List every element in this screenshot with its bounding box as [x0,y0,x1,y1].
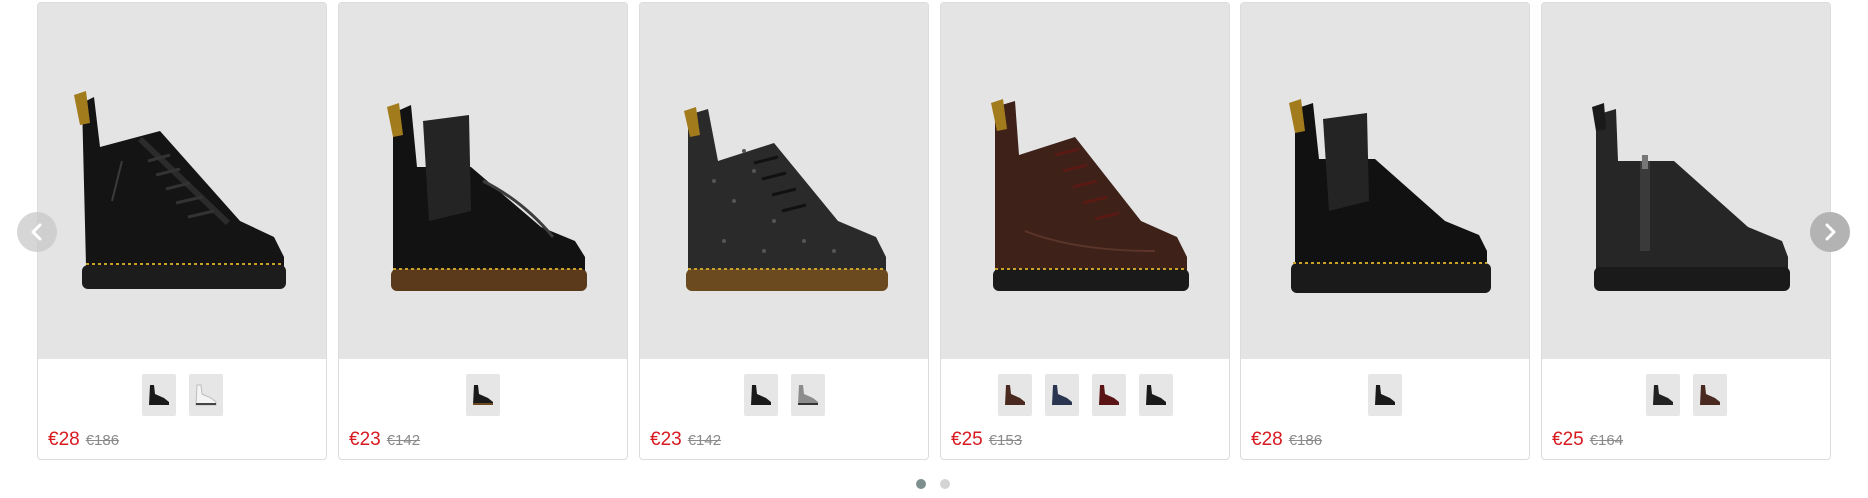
brown-boot-swatch-icon [1699,385,1720,405]
color-swatches [38,374,326,416]
pagination-dot-1[interactable] [916,479,926,489]
carousel-pagination [916,479,950,489]
chevron-right-icon [1825,223,1836,241]
color-swatches [640,374,928,416]
brown-leather-lace-up-boot-icon [991,99,1189,291]
product-card[interactable]: €25 €164 [1541,2,1831,460]
color-swatch[interactable] [466,374,500,416]
color-swatch[interactable] [1138,374,1173,416]
original-price: €186 [1288,432,1323,449]
color-swatch[interactable] [790,374,825,416]
color-swatches [339,374,627,416]
color-swatches [1241,374,1529,416]
product-carousel: €28 €186 €23 €142 €23 €142 €25 €153 €28 … [0,0,1868,498]
sale-price: €25 [951,429,983,450]
product-card[interactable]: €28 €186 [37,2,327,460]
pagination-dot-2[interactable] [940,479,950,489]
color-swatch[interactable] [1645,374,1680,416]
price-row: €23 €142 [650,429,721,451]
brown-boot-swatch-icon [1004,385,1025,405]
black-boot-swatch-icon [1375,385,1395,405]
original-price: €186 [85,432,120,449]
price-row: €23 €142 [349,429,420,451]
product-card[interactable]: €23 €142 [338,2,628,460]
color-swatch[interactable] [1044,374,1079,416]
product-card[interactable]: €25 €153 [940,2,1230,460]
color-swatch[interactable] [1091,374,1126,416]
color-swatches [941,374,1229,416]
carousel-next-button[interactable] [1810,212,1850,252]
product-image[interactable] [1241,3,1529,359]
original-price: €153 [988,432,1023,449]
original-price: €142 [386,432,421,449]
black-leather-platform-lace-up-boot-icon [74,91,286,289]
color-swatch[interactable] [188,374,223,416]
silver-glitter-boot-swatch-icon [797,385,818,405]
black-boot-swatch-icon [473,385,493,405]
product-image[interactable] [38,3,326,359]
black-platform-chelsea-boot-icon [1289,99,1491,293]
black-boot-swatch-icon [1652,385,1673,405]
product-card[interactable]: €23 €142 [639,2,929,460]
sale-price: €28 [48,429,80,450]
sale-price: €23 [349,429,381,450]
black-patent-chelsea-boot-icon [387,103,587,291]
color-swatch[interactable] [743,374,778,416]
color-swatch[interactable] [141,374,176,416]
cherry-red-boot-swatch-icon [1098,385,1119,405]
color-swatches [1542,374,1830,416]
navy-boot-swatch-icon [1051,385,1072,405]
price-row: €28 €186 [1251,429,1322,451]
white-boot-swatch-icon [194,384,216,406]
sale-price: €23 [650,429,682,450]
black-boot-swatch-icon [1145,385,1166,405]
carousel-prev-button[interactable] [17,212,57,252]
product-image[interactable] [941,3,1229,359]
black-zip-chelsea-boot-icon [1592,103,1790,291]
sale-price: €25 [1552,429,1584,450]
color-swatch[interactable] [1368,374,1402,416]
price-row: €28 €186 [48,429,119,451]
sale-price: €28 [1251,429,1283,450]
product-card[interactable]: €28 €186 [1240,2,1530,460]
price-row: €25 €164 [1552,429,1623,451]
black-glitter-lace-up-boot-icon [684,107,888,291]
product-image[interactable] [1542,3,1830,359]
original-price: €142 [687,432,722,449]
color-swatch[interactable] [997,374,1032,416]
black-boot-swatch-icon [750,385,771,405]
color-swatch[interactable] [1692,374,1727,416]
product-image[interactable] [640,3,928,359]
product-image[interactable] [339,3,627,359]
original-price: €164 [1589,432,1624,449]
price-row: €25 €153 [951,429,1022,451]
black-boot-swatch-icon [148,385,169,405]
chevron-left-icon [31,223,42,241]
